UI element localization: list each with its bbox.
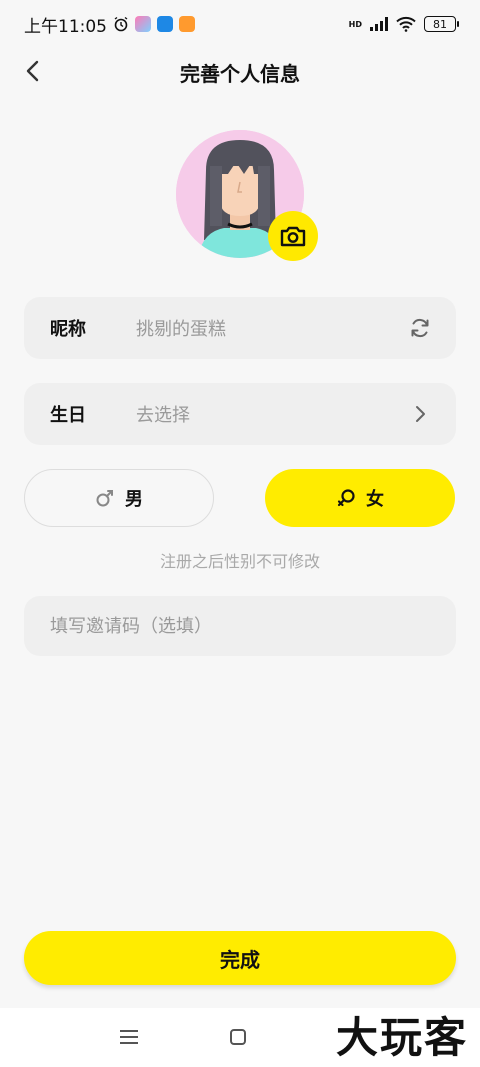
invite-code-input[interactable] <box>24 596 456 656</box>
camera-button[interactable] <box>268 211 318 261</box>
app-notification-icon <box>135 16 151 32</box>
nickname-field[interactable]: 昵称 挑剔的蛋糕 <box>24 297 456 359</box>
gender-male-button[interactable]: 男 <box>24 469 214 527</box>
nickname-label: 昵称 <box>50 319 86 340</box>
birthday-field[interactable]: 生日 去选择 <box>24 383 456 445</box>
status-time: 上午11:05 <box>24 16 107 37</box>
submit-button[interactable]: 完成 <box>24 931 456 985</box>
camera-icon <box>280 226 306 247</box>
gender-female-label: 女 <box>366 489 384 510</box>
chevron-right-icon <box>408 402 432 426</box>
signal-icon <box>370 17 388 31</box>
status-left: 上午11:05 <box>24 12 195 37</box>
wifi-icon <box>396 16 416 32</box>
watermark-logo: 大玩客 <box>335 1013 468 1062</box>
menu-icon[interactable] <box>120 1030 138 1044</box>
page-title: 完善个人信息 <box>180 62 300 86</box>
birthday-value[interactable]: 去选择 <box>136 401 408 427</box>
submit-label: 完成 <box>220 947 260 972</box>
female-icon <box>337 489 355 507</box>
alarm-icon <box>114 16 128 32</box>
network-label: HD <box>348 19 362 29</box>
status-right: HD 81 <box>348 16 459 32</box>
battery-icon: 81 <box>424 16 459 32</box>
male-icon <box>96 490 113 507</box>
app-notification-icon <box>179 16 195 32</box>
gender-male-label: 男 <box>125 489 143 510</box>
refresh-icon[interactable] <box>408 316 432 340</box>
app-notification-icon <box>157 16 173 32</box>
home-icon[interactable] <box>230 1029 246 1045</box>
status-bar: 上午11:05 HD 81 <box>0 0 480 48</box>
battery-level: 81 <box>433 17 447 31</box>
birthday-label: 生日 <box>50 405 86 426</box>
nav-bar: 完善个人信息 <box>0 48 480 94</box>
gender-female-button[interactable]: 女 <box>265 469 455 527</box>
gender-hint: 注册之后性别不可修改 <box>159 552 320 571</box>
nickname-value[interactable]: 挑剔的蛋糕 <box>136 315 408 341</box>
